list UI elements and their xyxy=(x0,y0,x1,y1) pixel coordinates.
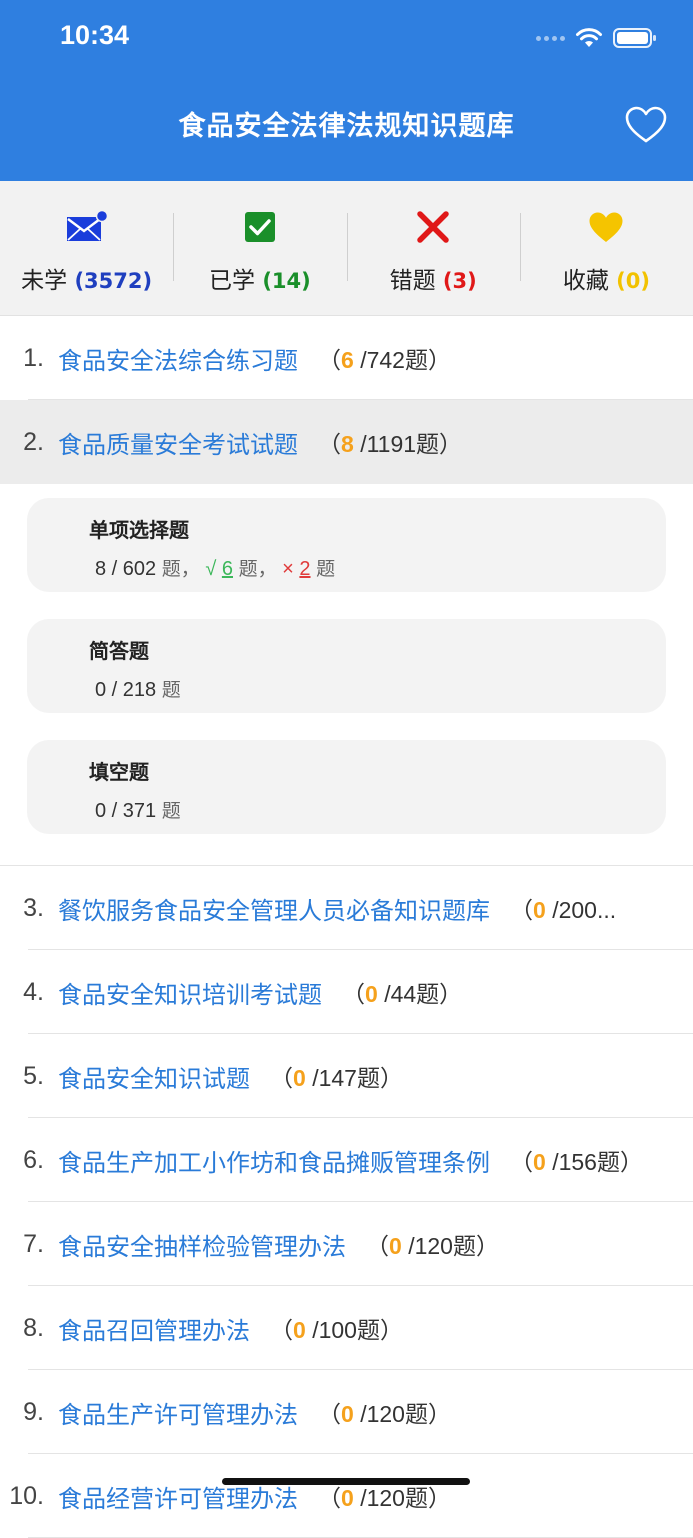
sub-section-title: 单项选择题 xyxy=(89,518,189,542)
item-progress: （0 /120题） xyxy=(318,1401,451,1427)
item-number: 7. xyxy=(23,1229,44,1258)
item-number: 1. xyxy=(23,343,44,372)
list-item-expanded[interactable]: 2. 食品质量安全考试试题 （8 /1191题） xyxy=(0,400,693,484)
list-item[interactable]: 7. 食品安全抽样检验管理办法 （0 /120题） xyxy=(0,1202,693,1286)
list-item[interactable]: 9. 食品生产许可管理办法 （0 /120题） xyxy=(0,1370,693,1454)
app-header: 10:34 食品安全法律法规知识题库 xyxy=(0,0,693,181)
sub-section-card[interactable]: 填空题 0 / 371 题 xyxy=(27,740,666,834)
item-number: 2. xyxy=(23,427,44,456)
item-title[interactable]: 食品质量安全考试试题 xyxy=(58,425,298,460)
stat-count: (14) xyxy=(262,269,311,293)
stat-wrong[interactable]: 错题 (3) xyxy=(346,181,520,315)
stat-label: 已学 xyxy=(209,268,255,294)
item-progress: （0 /100题） xyxy=(270,1317,403,1343)
sub-section-title: 填空题 xyxy=(89,760,149,784)
wrong-count[interactable]: × 2 xyxy=(282,558,310,580)
item-title[interactable]: 食品安全法综合练习题 xyxy=(58,341,298,376)
item-title[interactable]: 食品召回管理办法 xyxy=(58,1311,250,1346)
sub-section-card[interactable]: 简答题 0 / 218 题 xyxy=(27,619,666,713)
sub-section-card[interactable]: 单项选择题 8 / 602 题， √ 6 题， × 2 题 xyxy=(27,498,666,592)
item-number: 5. xyxy=(23,1061,44,1090)
stat-learned[interactable]: 已学 (14) xyxy=(173,181,346,315)
item-title[interactable]: 餐饮服务食品安全管理人员必备知识题库 xyxy=(58,891,490,926)
check-icon xyxy=(244,212,275,242)
stat-count: (3572) xyxy=(74,269,153,293)
stat-count: (3) xyxy=(442,269,477,293)
correct-count[interactable]: √ 6 xyxy=(205,558,233,580)
sub-section-title: 简答题 xyxy=(89,639,149,663)
stat-count: (0) xyxy=(616,269,650,293)
cross-icon xyxy=(417,211,449,243)
item-progress: （0 /120题） xyxy=(366,1233,499,1259)
page-title: 食品安全法律法规知识题库 xyxy=(178,111,515,142)
item-progress: （8 /1191题） xyxy=(318,431,463,457)
sub-section-progress: 8 / 602 题， √ 6 题， × 2 题 xyxy=(95,558,336,580)
stat-label: 错题 xyxy=(389,268,436,294)
item-number: 10. xyxy=(9,1481,44,1510)
list-item[interactable]: 6. 食品生产加工小作坊和食品摊贩管理条例 （0 /156题） xyxy=(0,1118,693,1202)
heart-icon xyxy=(589,212,623,242)
favorite-heart-icon[interactable] xyxy=(625,106,667,144)
list-item[interactable]: 5. 食品安全知识试题 （0 /147题） xyxy=(0,1034,693,1118)
status-time: 10:34 xyxy=(60,20,130,50)
list-item[interactable]: 1. 食品安全法综合练习题 （6 /742题） xyxy=(0,316,693,400)
item-progress: （6 /742题） xyxy=(318,347,451,373)
wifi-icon xyxy=(576,28,602,47)
list-item[interactable]: 10. 食品经营许可管理办法 （0 /120题） xyxy=(0,1454,693,1538)
item-title[interactable]: 食品生产许可管理办法 xyxy=(58,1395,298,1430)
item-number: 8. xyxy=(23,1313,44,1342)
item-number: 3. xyxy=(23,893,44,922)
item-progress: （0 /200... xyxy=(510,897,617,923)
item-number: 4. xyxy=(23,977,44,1006)
item-title[interactable]: 食品生产加工小作坊和食品摊贩管理条例 xyxy=(58,1143,490,1178)
home-indicator[interactable] xyxy=(222,1478,470,1485)
item-number: 6. xyxy=(23,1145,44,1174)
sub-section-progress: 0 / 371 题 xyxy=(95,800,181,822)
mail-icon xyxy=(66,210,108,241)
sub-section-progress: 0 / 218 题 xyxy=(95,679,181,701)
list-item[interactable]: 4. 食品安全知识培训考试题 （0 /44题） xyxy=(0,950,693,1034)
stat-label: 未学 xyxy=(21,268,68,294)
signal-icon xyxy=(536,35,565,41)
stats-bar: 未学 (3572) 已学 (14) 错题 (3) 收藏 (0) xyxy=(0,181,693,316)
stat-label: 收藏 xyxy=(562,268,609,294)
question-bank-list: 1. 食品安全法综合练习题 （6 /742题） 2. 食品质量安全考试试题 （8… xyxy=(0,316,693,1538)
item-title[interactable]: 食品安全抽样检验管理办法 xyxy=(58,1227,346,1262)
status-icons xyxy=(536,24,657,52)
item-progress: （0 /147题） xyxy=(270,1065,403,1091)
stat-unlearned[interactable]: 未学 (3572) xyxy=(0,181,173,315)
item-number: 9. xyxy=(23,1397,44,1426)
item-progress: （0 /156题） xyxy=(510,1149,643,1175)
battery-icon xyxy=(613,28,656,48)
item-progress: （0 /44题） xyxy=(342,981,463,1007)
item-title[interactable]: 食品安全知识试题 xyxy=(58,1059,250,1094)
stat-favorites[interactable]: 收藏 (0) xyxy=(519,181,693,315)
list-item[interactable]: 3. 餐饮服务食品安全管理人员必备知识题库 （0 /200... xyxy=(0,865,693,950)
list-item[interactable]: 8. 食品召回管理办法 （0 /100题） xyxy=(0,1286,693,1370)
sub-section-list: 单项选择题 8 / 602 题， √ 6 题， × 2 题 简答题 0 / 21… xyxy=(0,484,693,865)
item-title[interactable]: 食品安全知识培训考试题 xyxy=(58,975,322,1010)
